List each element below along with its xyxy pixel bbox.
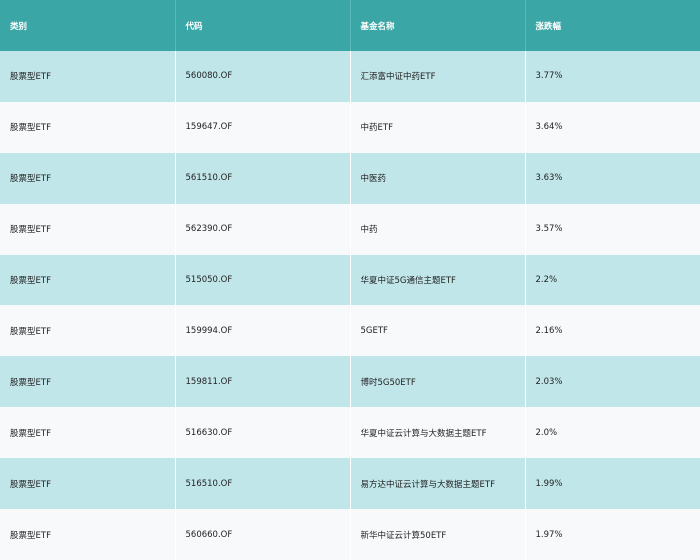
fund-name-cell: 汇添富中证中药ETF (350, 51, 526, 102)
table-body: 股票型ETF 560080.OF 汇添富中证中药ETF 3.77% 股票型ETF 1596… (0, 51, 700, 560)
fund-name-cell: 中药 (350, 203, 526, 255)
fund-name-cell: 中医药 (350, 152, 526, 204)
fund-name-cell: 新华中证云计算50ETF (350, 509, 526, 560)
fund-name-cell: 中药ETF (350, 101, 526, 153)
change-cell: 3.64% (535, 122, 563, 133)
fund-name-cell: 华夏中证5G通信主题ETF (350, 254, 526, 306)
code-cell: 159811.OF (175, 356, 351, 408)
code-cell: 515050.OF (175, 254, 351, 306)
table-row: 股票型ETF 516510.OF 易方达中证云计算与大数据主题ETF 1.99% (0, 458, 700, 510)
change-cell: 3.77% (535, 71, 563, 82)
change-cell: 2.03% (535, 376, 563, 387)
category-cell: 股票型ETF (0, 101, 176, 153)
table-row: 股票型ETF 159647.OF 中药ETF 3.64% (0, 101, 700, 153)
table-row: 股票型ETF 561510.OF 中医药 3.63% (0, 152, 700, 204)
header-change: 涨跌幅 (535, 21, 562, 32)
change-cell: 3.63% (535, 173, 563, 184)
category-cell: 股票型ETF (0, 152, 176, 204)
code-cell: 159994.OF (175, 305, 351, 357)
code-cell: 516510.OF (175, 458, 351, 510)
category-cell: 股票型ETF (0, 356, 176, 408)
table-row: 股票型ETF 159994.OF 5GETF 2.16% (0, 305, 700, 357)
header-category: 类别 (0, 0, 176, 51)
code-cell: 561510.OF (175, 152, 351, 204)
category-cell: 股票型ETF (0, 407, 176, 459)
code-cell: 159647.OF (175, 101, 351, 153)
table-header: 类别 代码 基金名称 涨跌幅 (0, 0, 700, 51)
table-row: 股票型ETF 516630.OF 华夏中证云计算与大数据主题ETF 2.0% (0, 407, 700, 459)
category-cell: 股票型ETF (0, 203, 176, 255)
fund-name-cell: 易方达中证云计算与大数据主题ETF (350, 458, 526, 510)
category-cell: 股票型ETF (0, 458, 176, 510)
category-cell: 股票型ETF (0, 51, 176, 102)
fund-name-cell: 5GETF (350, 305, 526, 357)
fund-name-cell: 博时5G50ETF (350, 356, 526, 408)
category-cell: 股票型ETF (0, 305, 176, 357)
change-cell: 1.99% (535, 478, 563, 489)
category-cell: 股票型ETF (0, 509, 176, 560)
change-cell: 1.97% (535, 529, 563, 540)
fund-table: 类别 代码 基金名称 涨跌幅 股票型ETF 560080.OF 汇添富中证中药ETF… (0, 0, 700, 560)
table-row: 股票型ETF 562390.OF 中药 3.57% (0, 203, 700, 255)
table-row: 股票型ETF 560080.OF 汇添富中证中药ETF 3.77% (0, 51, 700, 102)
header-row: 类别 代码 基金名称 涨跌幅 (0, 0, 700, 51)
change-cell: 2.16% (535, 325, 563, 336)
header-code: 代码 (175, 0, 351, 51)
header-fund-name: 基金名称 (350, 0, 526, 51)
change-cell: 2.0% (535, 427, 558, 438)
fund-name-cell: 华夏中证云计算与大数据主题ETF (350, 407, 526, 459)
table-row: 股票型ETF 515050.OF 华夏中证5G通信主题ETF 2.2% (0, 254, 700, 306)
table-row: 股票型ETF 560660.OF 新华中证云计算50ETF 1.97% (0, 509, 700, 560)
change-cell: 2.2% (535, 275, 558, 285)
change-cell: 3.57% (535, 224, 563, 235)
code-cell: 562390.OF (175, 203, 351, 255)
code-cell: 516630.OF (175, 407, 351, 459)
code-cell: 560660.OF (175, 509, 351, 560)
code-cell: 560080.OF (175, 51, 351, 102)
category-cell: 股票型ETF (0, 254, 176, 306)
table-row: 股票型ETF 159811.OF 博时5G50ETF 2.03% (0, 356, 700, 408)
